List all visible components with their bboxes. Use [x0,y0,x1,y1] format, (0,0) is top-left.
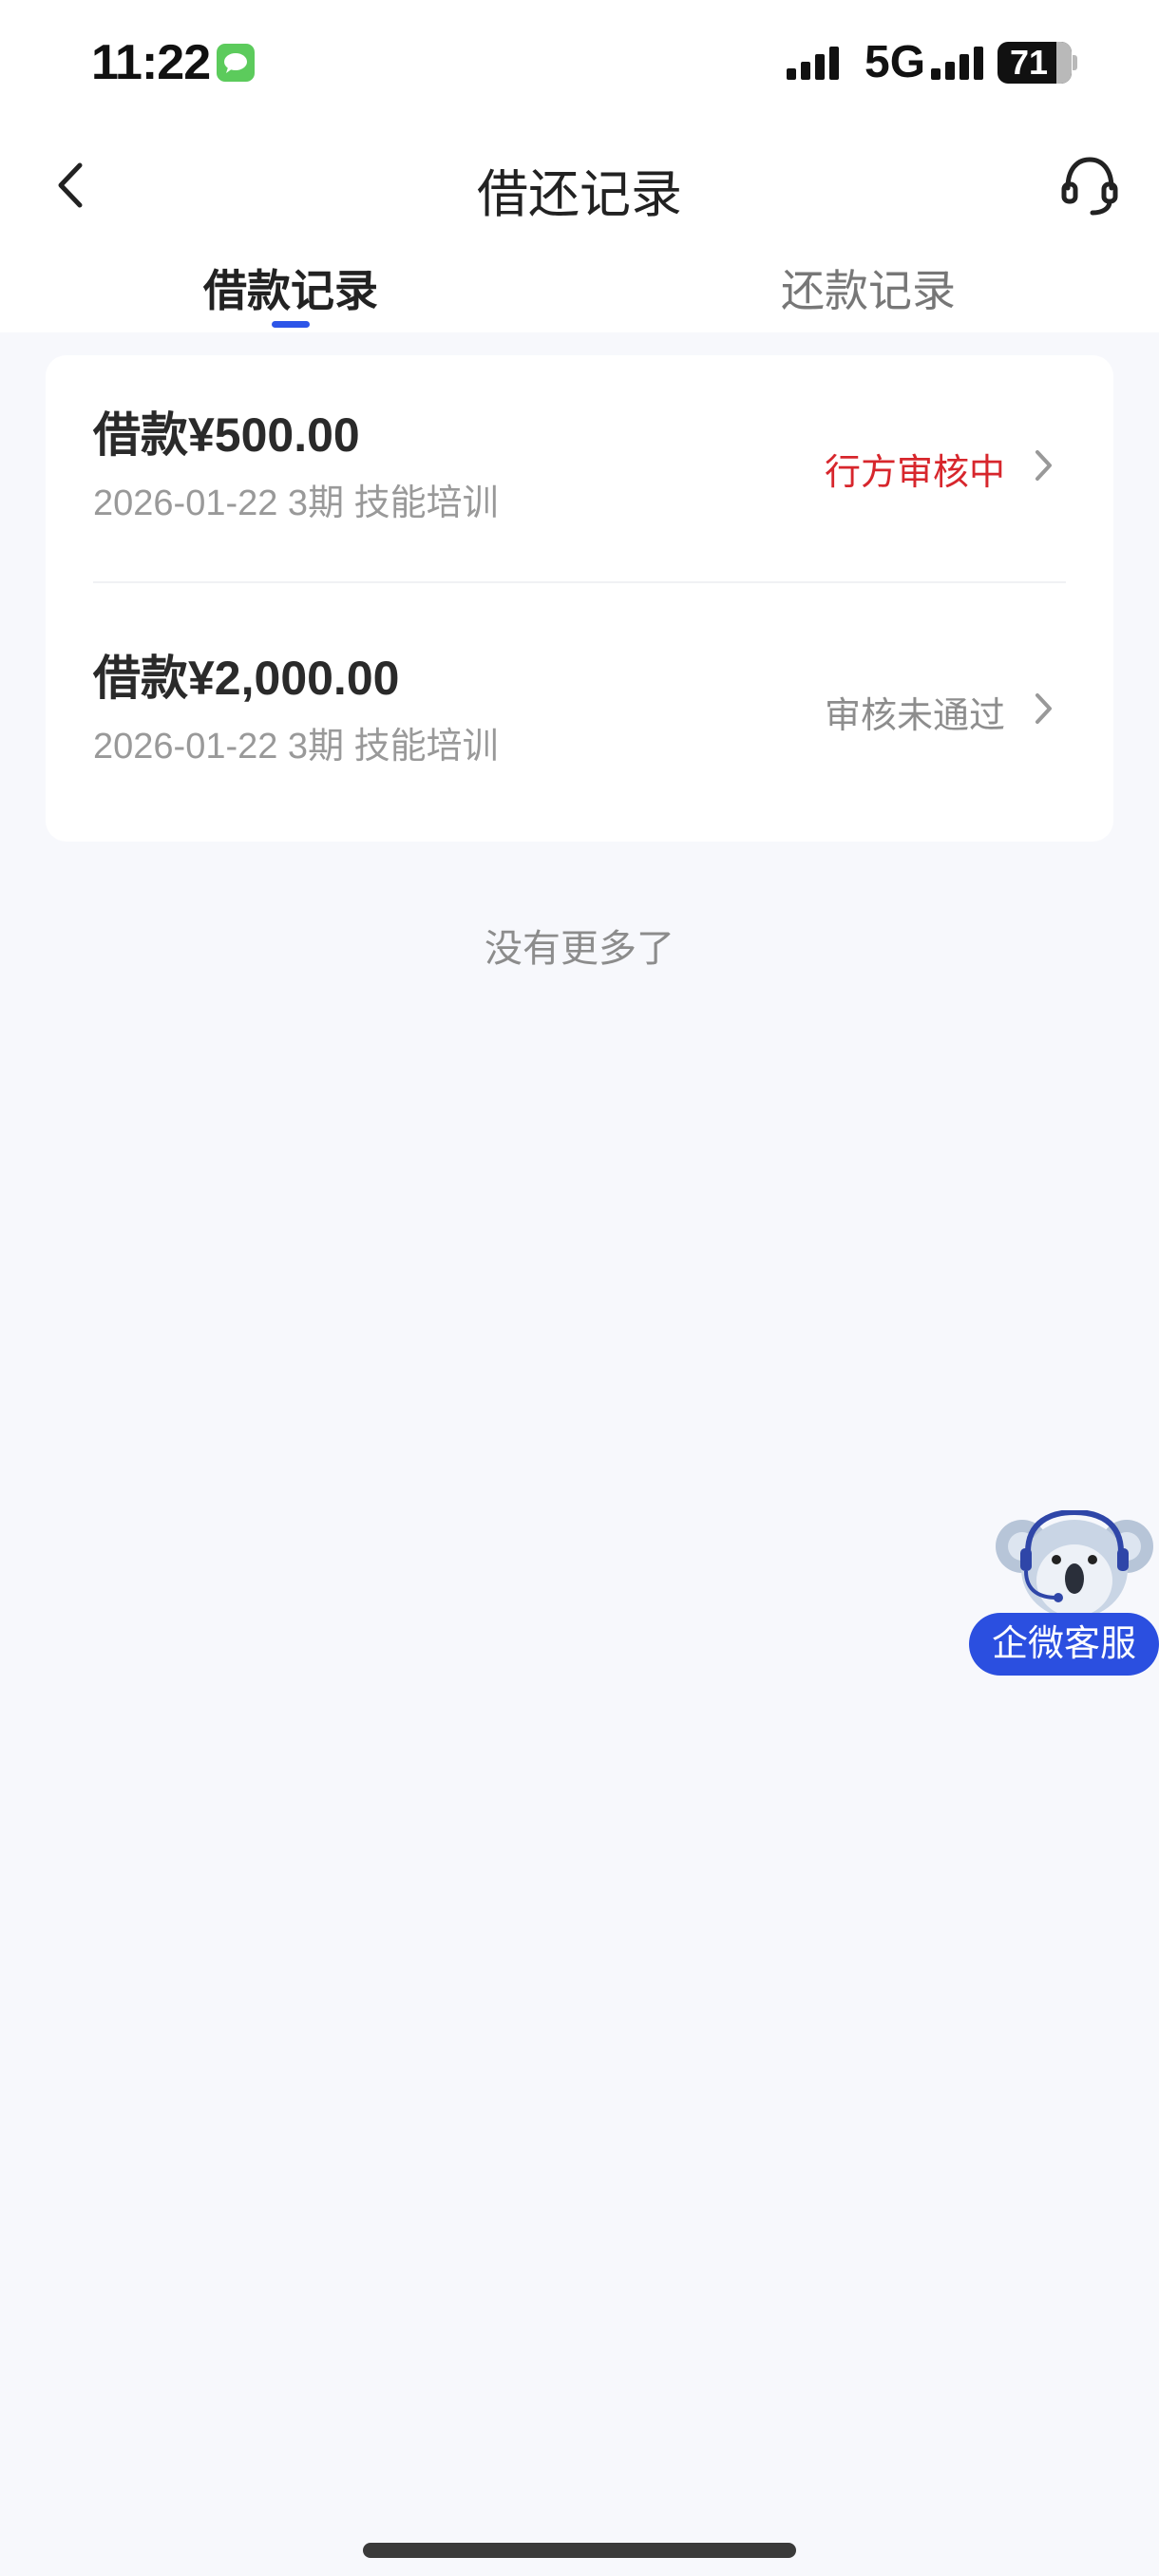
status-badge: 审核未通过 [824,696,1005,736]
record-meta: 2026-01-22 3期 技能培训 [93,483,499,523]
home-indicator[interactable] [363,2543,796,2558]
status-bar: 11:22 5G 71 [0,0,1159,133]
list-item[interactable]: 借款¥2,000.00 2026-01-22 3期 技能培训 审核未通过 [46,598,1113,842]
records-card: 借款¥500.00 2026-01-22 3期 技能培训 行方审核中 借款¥2,… [46,355,1113,842]
messages-icon [217,44,255,82]
status-badge: 行方审核中 [824,453,1005,493]
network-type: 5G [864,37,926,87]
cellular-signal-icon [787,47,839,80]
koala-headset-icon [996,1510,1153,1619]
headset-icon[interactable] [1058,154,1121,217]
active-tab-indicator [272,321,310,328]
nav-bar: 借还记录 [0,133,1159,237]
record-meta: 2026-01-22 3期 技能培训 [93,727,499,767]
list-item[interactable]: 借款¥500.00 2026-01-22 3期 技能培训 行方审核中 [46,355,1113,598]
customer-service-label: 企微客服 [969,1613,1159,1676]
record-amount: 借款¥500.00 [93,408,360,462]
list-end-text: 没有更多了 [484,928,674,970]
battery-level: 71 [1009,43,1049,82]
tab-borrow-records[interactable]: 借款记录 [148,256,433,319]
floating-customer-service[interactable]: 企微客服 [967,1510,1159,1681]
page: 11:22 5G 71 借还记录 借款记录 还款记录 借款¥500.00 202… [0,0,1159,2576]
cellular-signal-icon [931,47,983,80]
page-title: 借还记录 [477,166,682,223]
battery-icon: 71 [998,42,1077,84]
record-amount: 借款¥2,000.00 [93,652,400,705]
divider [93,581,1066,583]
tab-repay-records[interactable]: 还款记录 [726,256,1011,319]
tab-bar: 借款记录 还款记录 [0,237,1159,332]
chevron-right-icon [1036,450,1052,481]
status-time: 11:22 [91,35,211,90]
chevron-right-icon [1036,693,1052,724]
